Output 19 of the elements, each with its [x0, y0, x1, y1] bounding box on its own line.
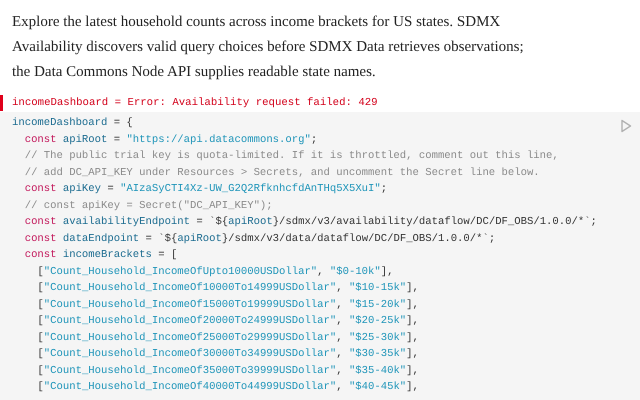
code-line: ["Count_Household_IncomeOf15000To19999USDollar", "$15-20k"],: [36, 298, 419, 312]
code-line: const apiKey = "AIzaSyCTI4Xz-UW_G2Q2RfknhcfdAnTHq5X5XuI";: [24, 182, 388, 197]
intro-paragraph: Explore the latest household counts across income brackets for US states. SDMX Availability discovers valid query choices before SDMX Data retrieves observations; the Data Commons Node API supplies readable state names.: [11, 13, 525, 82]
code-line: // const apiKey = Secret("DC_API_KEY");: [24, 198, 273, 214]
code-line: ["Count_Household_IncomeOfUpto10000USDollar", "$0-10k"],: [36, 264, 394, 280]
run-icon[interactable]: [620, 119, 632, 133]
code-line: const dataEndpoint = `${apiRoot}/sdmx/v3/data/dataflow/DC/DF_OBS/1.0.0/*`;: [24, 232, 496, 246]
code-line: const apiRoot = "https://api.datacommons.org";: [24, 132, 318, 148]
code-line: // add DC_API_KEY under Resources > Secrets, and uncomment the Secret line below.: [24, 166, 540, 180]
code-line: ["Count_Household_IncomeOf40000To44999USDollar", "$40-45k"],: [36, 380, 419, 395]
code-line: ["Count_Household_IncomeOf30000To34999USDollar", "$30-35k"],: [36, 347, 419, 362]
code-line: incomeDashboard = {: [12, 116, 133, 131]
code-line: const availabilityEndpoint = `${apiRoot}/sdmx/v3/availability/dataflow/DC/DF_OBS/1.0.0/*`;: [24, 215, 597, 230]
code-line: ["Count_Household_IncomeOf35000To39999USDollar", "$35-40k"],: [36, 364, 419, 378]
code-line: // The public trial key is quota-limited. If it is throttled, comment out this line,: [24, 149, 559, 164]
code-line: ["Count_Household_IncomeOf25000To29999USDollar", "$25-30k"],: [36, 330, 419, 346]
code-line: ["Count_Household_IncomeOf10000To14999USDollar", "$10-15k"],: [36, 281, 419, 296]
code-line: const incomeBrackets = [: [24, 248, 178, 263]
code-line: ["Count_Household_IncomeOf20000To24999USDollar", "$20-25k"],: [36, 314, 419, 329]
